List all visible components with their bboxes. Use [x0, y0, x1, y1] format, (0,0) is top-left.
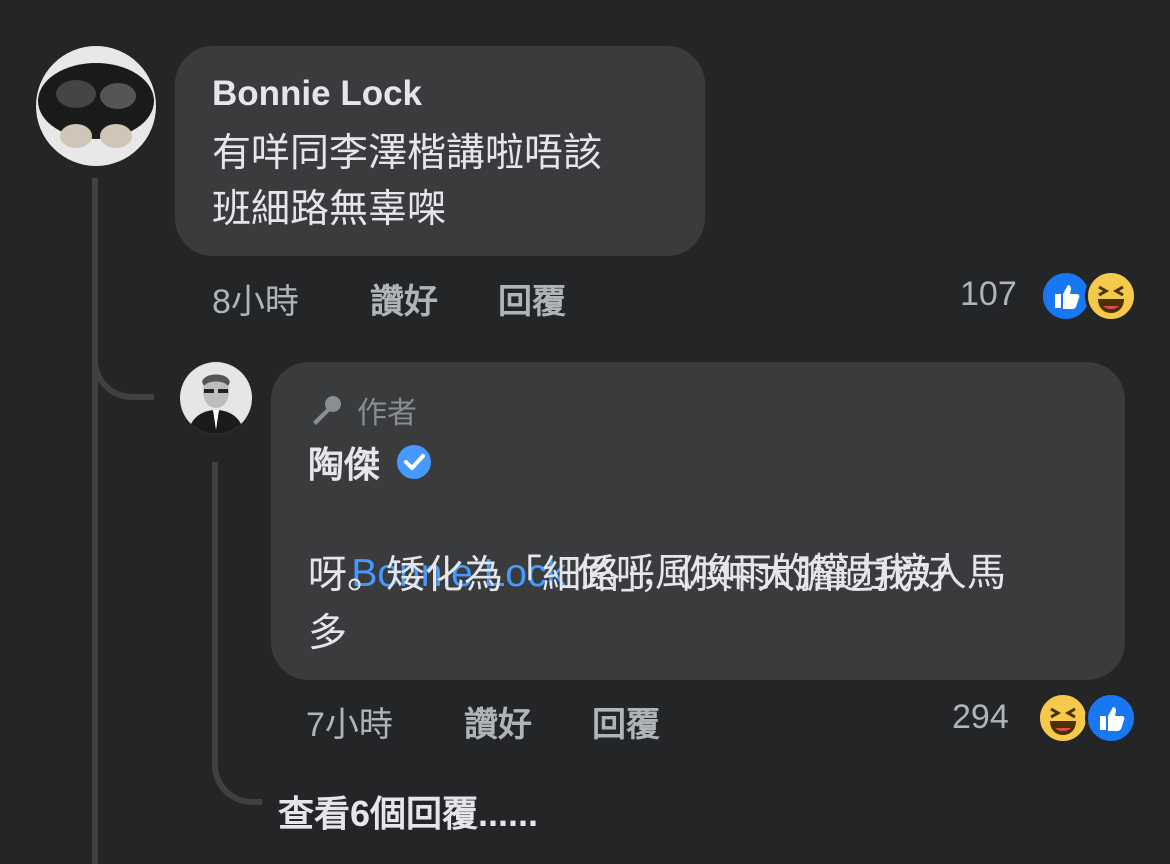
reply-text-line3: 多 [308, 612, 348, 655]
thread-line-reply [212, 462, 218, 762]
reply-reaction-count[interactable]: 294 [952, 698, 1009, 737]
haha-icon [1037, 692, 1089, 744]
comment-like-button[interactable]: 讚好 [370, 274, 438, 323]
reply-time[interactable]: 7小時 [306, 697, 393, 746]
reply-reply-button[interactable]: 回覆 [592, 697, 660, 746]
reply-author[interactable]: 陶傑 [308, 436, 380, 488]
like-icon [1085, 692, 1137, 744]
comment-reply-button[interactable]: 回覆 [498, 274, 566, 323]
author-badge: 作者 [309, 388, 417, 432]
reply-avatar-image [180, 362, 252, 434]
reply-avatar[interactable] [180, 362, 252, 434]
reply-bubble[interactable]: 作者 陶傑 Bonnie Lock 係呼風喚雨的權力榜人馬 呀。矮化為「細路」，… [271, 362, 1125, 680]
thread-line-main [92, 178, 98, 864]
reply-text-line2: 呀。矮化為「細路」，你仲大膽過我好 [308, 554, 952, 597]
avatar[interactable] [36, 46, 156, 166]
reply-author-row: 陶傑 [308, 436, 432, 488]
comment-author[interactable]: Bonnie Lock [212, 74, 422, 114]
verified-badge-icon [396, 444, 432, 480]
comment-text-line2: 班細路無辜㗎 [212, 188, 447, 231]
thread-connector [92, 340, 154, 400]
comment-time[interactable]: 8小時 [212, 274, 299, 323]
avatar-image [36, 46, 156, 166]
comment-bubble[interactable]: Bonnie Lock 有咩同李澤楷講啦唔該 班細路無辜㗎 [175, 46, 705, 256]
view-more-connector [212, 745, 262, 805]
comment-text-line1: 有咩同李澤楷講啦唔該 [212, 132, 603, 175]
haha-icon [1085, 270, 1137, 322]
author-badge-label: 作者 [357, 397, 417, 430]
view-more-replies-link[interactable]: 查看6個回覆...... [278, 785, 538, 837]
microphone-icon [313, 396, 341, 425]
reply-like-button[interactable]: 讚好 [464, 697, 532, 746]
comment-reaction-count[interactable]: 107 [960, 275, 1017, 314]
